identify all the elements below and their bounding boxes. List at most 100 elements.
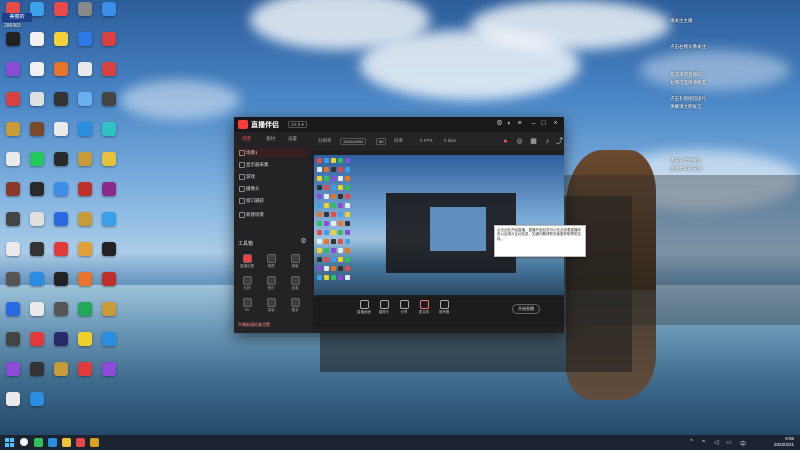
share-icon[interactable]: ⤴ bbox=[556, 138, 563, 145]
record-icon[interactable]: ● bbox=[502, 138, 509, 145]
tab-scenes[interactable]: 场景 bbox=[242, 136, 251, 142]
desktop-shortcut[interactable] bbox=[2, 332, 24, 346]
tool-music[interactable]: 音乐 bbox=[262, 276, 280, 291]
desktop-shortcut[interactable] bbox=[50, 2, 72, 16]
desktop-shortcut[interactable] bbox=[2, 272, 24, 286]
desktop-shortcut[interactable] bbox=[26, 122, 48, 136]
browser-icon[interactable] bbox=[76, 438, 85, 447]
desktop-shortcut[interactable] bbox=[2, 62, 24, 76]
input-method-icon[interactable]: 中 bbox=[740, 439, 746, 448]
desktop-shortcut[interactable] bbox=[26, 332, 48, 346]
desktop-shortcut[interactable] bbox=[98, 272, 120, 286]
tool-mic-link[interactable]: 连麦 bbox=[286, 276, 304, 291]
toolbox-settings-icon[interactable]: ⚙ bbox=[300, 238, 307, 245]
desktop-shortcut[interactable] bbox=[74, 32, 96, 46]
settings-icon[interactable]: ⚙ bbox=[496, 120, 503, 127]
desktop-shortcut[interactable] bbox=[2, 212, 24, 226]
battery-icon[interactable]: ▭ bbox=[726, 439, 732, 446]
tool-gifts[interactable]: 礼物 bbox=[238, 276, 256, 291]
desktop-shortcut[interactable] bbox=[74, 362, 96, 376]
desktop-shortcut[interactable] bbox=[98, 302, 120, 316]
desktop-shortcut[interactable] bbox=[50, 92, 72, 106]
scene-item[interactable]: 游戏 bbox=[237, 172, 307, 181]
skin-icon[interactable]: ◐ bbox=[506, 120, 513, 127]
minimize-icon[interactable]: – bbox=[530, 120, 537, 127]
desktop-shortcut[interactable] bbox=[2, 122, 24, 136]
desktop-shortcut[interactable] bbox=[50, 32, 72, 46]
tool-danmaku[interactable]: 弹幕 bbox=[286, 254, 304, 269]
desktop-shortcut[interactable] bbox=[26, 212, 48, 226]
desktop-shortcut[interactable] bbox=[2, 92, 24, 106]
desktop-shortcut[interactable] bbox=[98, 182, 120, 196]
tool-pk[interactable]: PK bbox=[238, 298, 256, 312]
ctrl-speaker[interactable]: 扬声器 bbox=[434, 300, 454, 315]
desktop-shortcut[interactable] bbox=[26, 62, 48, 76]
notification-icon[interactable]: ♪ bbox=[544, 138, 551, 145]
desktop-shortcut[interactable] bbox=[98, 152, 120, 166]
desktop-shortcut[interactable] bbox=[74, 152, 96, 166]
desktop-shortcut[interactable] bbox=[50, 302, 72, 316]
ctrl-camera[interactable]: 摄像头 bbox=[374, 300, 394, 315]
desktop-shortcut[interactable] bbox=[50, 182, 72, 196]
desktop-shortcut[interactable] bbox=[26, 392, 48, 406]
desktop-shortcut[interactable] bbox=[2, 362, 24, 376]
start-menu-icon[interactable] bbox=[5, 438, 14, 447]
screenshot-icon[interactable]: ◎ bbox=[516, 138, 523, 145]
tab-settings[interactable]: 设置 bbox=[288, 136, 297, 142]
desktop-shortcut[interactable] bbox=[50, 62, 72, 76]
desktop-shortcut[interactable] bbox=[26, 362, 48, 376]
tool-record[interactable]: 录制 bbox=[262, 298, 280, 313]
desktop-shortcut[interactable] bbox=[74, 302, 96, 316]
volume-icon[interactable]: ◁ bbox=[714, 439, 719, 446]
desktop-shortcut[interactable] bbox=[74, 62, 96, 76]
scene-item[interactable]: 场景1 bbox=[237, 148, 307, 157]
desktop-shortcut[interactable] bbox=[2, 152, 24, 166]
search-icon[interactable] bbox=[20, 438, 28, 446]
folder-icon[interactable] bbox=[90, 438, 99, 447]
scene-item[interactable]: 窗口捕获 bbox=[237, 196, 307, 205]
desktop-shortcut[interactable] bbox=[50, 152, 72, 166]
desktop-shortcut[interactable] bbox=[74, 242, 96, 256]
ctrl-share[interactable]: 分享 bbox=[394, 300, 414, 315]
tool-more[interactable]: 更多 bbox=[286, 298, 304, 313]
desktop-shortcut[interactable] bbox=[50, 362, 72, 376]
tab-sources[interactable]: 素材 bbox=[266, 136, 275, 142]
desktop-shortcut[interactable] bbox=[26, 152, 48, 166]
wechat-icon[interactable] bbox=[34, 438, 43, 447]
desktop-shortcut[interactable] bbox=[2, 302, 24, 316]
desktop-shortcut[interactable] bbox=[2, 392, 24, 406]
menu-icon[interactable]: ≡ bbox=[516, 120, 523, 127]
desktop-shortcut[interactable] bbox=[98, 212, 120, 226]
tray-chevron-icon[interactable]: ^ bbox=[690, 439, 693, 445]
taskbar-clock[interactable]: 9:06 2023/3/21 bbox=[774, 436, 794, 448]
desktop-shortcut[interactable] bbox=[2, 182, 24, 196]
desktop-shortcut[interactable] bbox=[74, 92, 96, 106]
wifi-icon[interactable]: ≈ bbox=[702, 439, 705, 445]
desktop-shortcut[interactable] bbox=[26, 92, 48, 106]
resolution-button[interactable]: 1920x1080 bbox=[340, 138, 366, 145]
layout-icon[interactable]: ▦ bbox=[530, 138, 537, 145]
desktop-shortcut[interactable] bbox=[74, 272, 96, 286]
ctrl-mic[interactable]: 麦克风 bbox=[414, 300, 434, 315]
start-live-button[interactable]: 开始直播 bbox=[512, 304, 540, 314]
close-icon[interactable]: × bbox=[552, 120, 559, 127]
fps-button[interactable]: 60 bbox=[376, 138, 387, 145]
desktop-shortcut[interactable] bbox=[74, 2, 96, 16]
tool-live-settings[interactable]: 直播设置 bbox=[238, 254, 256, 269]
tool-beauty[interactable]: 美颜 bbox=[262, 254, 280, 269]
scene-item[interactable]: 摄像头 bbox=[237, 184, 307, 193]
desktop-shortcut[interactable] bbox=[74, 212, 96, 226]
desktop-shortcut[interactable] bbox=[98, 92, 120, 106]
desktop-shortcut[interactable] bbox=[26, 302, 48, 316]
desktop-shortcut[interactable] bbox=[98, 32, 120, 46]
desktop-shortcut[interactable] bbox=[98, 62, 120, 76]
desktop-shortcut[interactable] bbox=[2, 32, 24, 46]
add-scene-button[interactable]: 新建场景 bbox=[237, 210, 307, 219]
desktop-shortcut[interactable] bbox=[98, 2, 120, 16]
desktop-shortcut[interactable] bbox=[50, 212, 72, 226]
desktop-shortcut[interactable] bbox=[50, 272, 72, 286]
desktop-shortcut[interactable] bbox=[74, 332, 96, 346]
file-explorer-icon[interactable] bbox=[62, 438, 71, 447]
desktop-shortcut[interactable] bbox=[50, 122, 72, 136]
desktop-shortcut[interactable] bbox=[98, 122, 120, 136]
